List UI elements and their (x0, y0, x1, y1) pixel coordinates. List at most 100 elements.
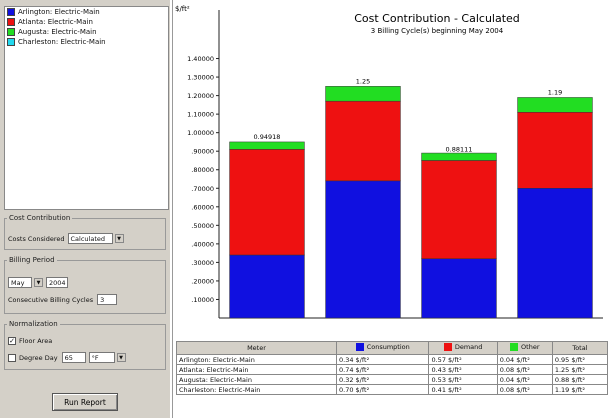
y-tick-label: .90000 (191, 148, 214, 156)
cell-demand: 0.41 $/ft² (428, 384, 498, 395)
degree-unit-value: °F (91, 353, 99, 362)
degree-day-value: 65 (64, 353, 73, 362)
cell-demand: 0.57 $/ft² (428, 354, 498, 365)
bar-demand (517, 112, 593, 189)
bar-demand (325, 100, 401, 182)
y-tick-label: .50000 (191, 222, 214, 230)
y-tick-label: 1.10000 (187, 111, 214, 119)
floor-area-label: Floor Area (19, 337, 53, 345)
bar-other (517, 97, 593, 113)
billing-year-input[interactable]: 2004 (46, 277, 68, 288)
y-tick-label: .60000 (191, 203, 214, 211)
table-header-row: Meter Consumption Demand Other Total (176, 341, 609, 355)
chart-subtitle: 3 Billing Cycle(s) beginning May 2004 (371, 27, 504, 35)
stacked-bar-chart: $/ft² Cost Contribution - Calculated 3 B… (175, 5, 603, 319)
cell-consumption: 0.74 $/ft² (335, 364, 430, 375)
billing-month-select[interactable]: May (8, 277, 32, 288)
bar-demand (421, 160, 497, 259)
bar-total-label: 0.94918 (254, 133, 281, 141)
billing-month-year-row: May ▼ 2004 (8, 277, 68, 288)
col-header-total: Total (551, 341, 609, 355)
billing-month-value: May (11, 278, 25, 287)
floor-area-row: ✓ Floor Area (8, 337, 52, 345)
bar-total-label: 0.88111 (446, 146, 473, 154)
cell-demand: 0.43 $/ft² (428, 364, 498, 375)
degree-day-input[interactable]: 65 (61, 352, 86, 363)
col-header-meter: Meter (176, 341, 337, 355)
meter-list[interactable]: Arlington: Electric-Main Atlanta: Electr… (4, 6, 169, 210)
meter-color-swatch (7, 8, 15, 16)
cell-meter: Augusta: Electric-Main (176, 374, 337, 385)
bar-demand (229, 149, 305, 256)
consecutive-cycles-row: Consecutive Billing Cycles 3 (8, 294, 118, 305)
cell-other: 0.08 $/ft² (496, 384, 553, 395)
bar-other (229, 141, 305, 150)
bar-other (421, 152, 497, 161)
bars: 0.94918 1.25 0.88111 1.19 (229, 77, 593, 319)
meter-item-charleston[interactable]: Charleston: Electric-Main (5, 37, 168, 47)
table-row[interactable]: Charleston: Electric-Main 0.70 $/ft² 0.4… (176, 384, 609, 395)
run-report-button[interactable]: Run Report (52, 393, 118, 411)
degree-day-checkbox[interactable] (8, 353, 16, 362)
meter-item-arlington[interactable]: Arlington: Electric-Main (5, 7, 168, 17)
chevron-down-icon[interactable]: ▼ (114, 234, 124, 243)
cell-total: 1.19 $/ft² (551, 384, 609, 395)
cell-consumption: 0.34 $/ft² (335, 354, 430, 365)
y-tick-label: 1.20000 (187, 92, 214, 100)
bar-consumption (517, 188, 593, 319)
costs-considered-label: Costs Considered (8, 234, 65, 243)
cost-contribution-legend: Cost Contribution (9, 214, 71, 222)
degree-day-row: Degree Day 65 °F ▼ (8, 352, 126, 363)
cell-consumption: 0.70 $/ft² (335, 384, 430, 395)
meter-item-atlanta[interactable]: Atlanta: Electric-Main (5, 17, 168, 27)
table-row[interactable]: Augusta: Electric-Main 0.32 $/ft² 0.53 $… (176, 374, 609, 385)
meter-item-augusta[interactable]: Augusta: Electric-Main (5, 27, 168, 37)
cell-meter: Arlington: Electric-Main (176, 354, 337, 365)
meter-label: Atlanta: Electric-Main (18, 18, 93, 26)
cell-total: 0.88 $/ft² (551, 374, 609, 385)
chevron-down-icon[interactable]: ▼ (116, 353, 126, 362)
cell-other: 0.04 $/ft² (496, 354, 553, 365)
y-tick-label: 1.30000 (187, 74, 214, 82)
consecutive-cycles-label: Consecutive Billing Cycles (8, 295, 94, 304)
chart-title: Cost Contribution - Calculated (354, 12, 520, 25)
y-tick-label: .30000 (191, 259, 214, 267)
cost-contribution-group: Cost Contribution (4, 214, 166, 250)
cell-other: 0.04 $/ft² (496, 374, 553, 385)
consecutive-cycles-value: 3 (100, 295, 105, 304)
floor-area-checkbox[interactable]: ✓ (8, 337, 16, 345)
col-header-demand: Demand (428, 341, 498, 355)
cell-demand: 0.53 $/ft² (428, 374, 498, 385)
degree-unit-select[interactable]: °F (88, 352, 115, 363)
costs-considered-value: Calculated (70, 234, 105, 243)
consecutive-cycles-input[interactable]: 3 (97, 294, 118, 305)
meter-label: Augusta: Electric-Main (18, 28, 97, 36)
y-tick-label: .40000 (191, 240, 214, 248)
col-header-demand-label: Demand (454, 343, 483, 351)
y-tick-label: 1.00000 (187, 129, 214, 137)
results-table: Meter Consumption Demand Other Total Arl… (176, 341, 609, 395)
chevron-down-icon[interactable]: ▼ (34, 278, 43, 287)
bar-consumption (421, 258, 497, 319)
meter-color-swatch (7, 38, 15, 46)
cell-other: 0.08 $/ft² (496, 364, 553, 375)
col-header-other: Other (496, 341, 553, 355)
y-axis-label: $/ft² (175, 5, 190, 13)
y-tick-label: .70000 (191, 185, 214, 193)
y-tick-label: .10000 (191, 296, 214, 304)
bar-consumption (325, 180, 401, 319)
y-tick-label: 1.40000 (187, 55, 214, 63)
col-header-consumption-label: Consumption (366, 343, 410, 351)
y-tick-label: .80000 (191, 166, 214, 174)
col-header-other-label: Other (521, 343, 540, 351)
degree-day-label: Degree Day (19, 353, 58, 362)
table-row[interactable]: Arlington: Electric-Main 0.34 $/ft² 0.57… (176, 354, 609, 365)
cell-consumption: 0.32 $/ft² (335, 374, 430, 385)
table-row[interactable]: Atlanta: Electric-Main 0.74 $/ft² 0.43 $… (176, 364, 609, 375)
bar-consumption (229, 254, 305, 319)
meter-color-swatch (7, 18, 15, 26)
chart-panel: $/ft² Cost Contribution - Calculated 3 B… (172, 0, 609, 418)
cell-total: 1.25 $/ft² (551, 364, 609, 375)
costs-considered-select[interactable]: Calculated (67, 233, 113, 244)
y-tick-label: .20000 (191, 277, 214, 285)
